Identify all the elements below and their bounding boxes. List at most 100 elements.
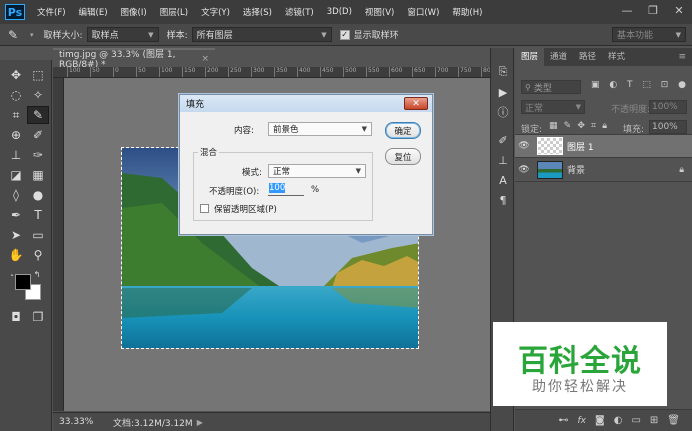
quick-mask-icon[interactable]: ◘: [5, 308, 27, 326]
adjustment-icon[interactable]: ◐: [614, 415, 623, 426]
chevron-down-icon[interactable]: ▾: [30, 31, 34, 39]
filter-kind-value: 类型: [533, 83, 552, 94]
menu-help[interactable]: 帮助(H): [452, 6, 482, 18]
zoom-level[interactable]: 33.33%: [59, 417, 105, 427]
chevron-down-icon: ▼: [148, 30, 154, 39]
opacity-input[interactable]: 100: [268, 183, 304, 196]
gradient-tool-icon[interactable]: ▦: [27, 166, 49, 184]
lasso-tool-icon[interactable]: ◌: [5, 86, 27, 104]
dialog-titlebar[interactable]: 填充: [180, 95, 432, 112]
menu-layer[interactable]: 图层(L): [160, 6, 188, 18]
hand-tool-icon[interactable]: ✋: [5, 246, 27, 264]
mode-select[interactable]: 正常 ▼: [268, 164, 366, 178]
menu-filter[interactable]: 滤镜(T): [285, 6, 314, 18]
brush-panel-icon[interactable]: ✐: [494, 132, 512, 148]
mask-icon[interactable]: ◙: [595, 415, 605, 426]
lock-all-icon[interactable]: 🔒︎: [602, 121, 607, 131]
dialog-close-button[interactable]: ✕: [404, 97, 428, 110]
pixel-filter-icon[interactable]: ▣: [591, 80, 600, 94]
screen-mode-icon[interactable]: ❐: [27, 308, 49, 326]
layer-row-1[interactable]: 👁︎ 图层 1: [515, 134, 692, 158]
menu-select[interactable]: 选择(S): [243, 6, 272, 18]
magic-wand-tool-icon[interactable]: ✧: [27, 86, 49, 104]
clone-stamp-tool-icon[interactable]: ⊥: [5, 146, 27, 164]
foreground-color-swatch[interactable]: [15, 274, 31, 290]
tab-layers[interactable]: 图层: [515, 48, 545, 66]
reset-button[interactable]: 复位: [385, 148, 421, 165]
eyedropper-icon[interactable]: ✎: [8, 28, 30, 42]
brush-tool-icon[interactable]: ✐: [27, 126, 49, 144]
crop-tool-icon[interactable]: ⌗: [5, 106, 27, 124]
trash-icon[interactable]: 🗑︎: [667, 415, 680, 426]
history-panel-icon[interactable]: ⎘: [494, 64, 512, 80]
shape-filter-icon[interactable]: ⬚: [642, 80, 651, 94]
history-brush-tool-icon[interactable]: ✑: [27, 146, 49, 164]
path-selection-tool-icon[interactable]: ➤: [5, 226, 27, 244]
sample-size-select[interactable]: 取样点 ▼: [86, 27, 159, 42]
menu-edit[interactable]: 编辑(E): [79, 6, 108, 18]
minimize-button[interactable]: —: [614, 0, 640, 20]
new-layer-icon[interactable]: ⊞: [650, 415, 658, 426]
close-tab-icon[interactable]: ×: [201, 54, 209, 64]
document-tab[interactable]: timg.jpg @ 33.3% (图层 1, RGB/8#) * ×: [53, 48, 215, 70]
type-filter-icon[interactable]: T: [627, 80, 633, 94]
lock-artboard-icon[interactable]: ⌗: [591, 121, 596, 131]
menu-window[interactable]: 窗口(W): [407, 6, 439, 18]
dodge-tool-icon[interactable]: ●: [27, 186, 49, 204]
pen-tool-icon[interactable]: ✒: [5, 206, 27, 224]
menu-image[interactable]: 图像(I): [121, 6, 147, 18]
type-tool-icon[interactable]: T: [27, 206, 49, 224]
watermark-subtitle: 助你轻松解决: [532, 379, 628, 395]
lock-transparent-icon[interactable]: ▦: [549, 121, 558, 131]
preserve-transparency-checkbox[interactable]: [200, 204, 209, 213]
clone-source-panel-icon[interactable]: ⊥: [494, 152, 512, 168]
group-icon[interactable]: ▭: [631, 415, 640, 426]
actions-panel-icon[interactable]: ▶: [494, 84, 512, 100]
tab-channels[interactable]: 通道: [544, 48, 573, 66]
workspace-select[interactable]: 基本功能 ▼: [612, 27, 686, 42]
link-icon[interactable]: ⊷: [559, 415, 569, 426]
smart-object-filter-icon[interactable]: ⊡: [661, 80, 669, 94]
zoom-tool-icon[interactable]: ⚲: [27, 246, 49, 264]
healing-brush-tool-icon[interactable]: ⊕: [5, 126, 27, 144]
layer-row-background[interactable]: 👁︎ 背景 🔒︎: [515, 158, 692, 182]
tab-styles[interactable]: 样式: [602, 48, 631, 66]
close-button[interactable]: ✕: [666, 0, 692, 20]
lock-image-icon[interactable]: ✎: [564, 121, 572, 131]
ok-button[interactable]: 确定: [385, 122, 421, 139]
search-icon: ⚲: [525, 82, 531, 92]
eyedropper-tool-icon[interactable]: ✎: [27, 106, 49, 124]
menu-3d[interactable]: 3D(D): [327, 7, 352, 17]
restore-button[interactable]: ❐: [640, 0, 666, 20]
paragraph-panel-icon[interactable]: ¶: [494, 192, 512, 208]
content-select[interactable]: 前景色 ▼: [268, 122, 372, 136]
fx-icon[interactable]: fx: [578, 416, 587, 426]
filter-toggle-icon[interactable]: ●: [678, 80, 686, 94]
panel-menu-icon[interactable]: ≡: [678, 48, 686, 66]
fill-field[interactable]: 100%: [649, 120, 687, 134]
content-label: 内容:: [234, 126, 254, 136]
marquee-tool-icon[interactable]: ⬚: [27, 66, 49, 84]
info-panel-icon[interactable]: ⓘ: [494, 104, 512, 120]
menu-type[interactable]: 文字(Y): [201, 6, 230, 18]
move-tool-icon[interactable]: ✥: [5, 66, 27, 84]
lock-position-icon[interactable]: ✥: [577, 121, 585, 131]
opacity-field[interactable]: 100%: [649, 100, 687, 114]
swap-colors-icon[interactable]: ↰: [31, 268, 43, 280]
visibility-eye-icon[interactable]: 👁︎: [515, 165, 533, 175]
tab-paths[interactable]: 路径: [573, 48, 602, 66]
character-panel-icon[interactable]: A: [494, 172, 512, 188]
show-ring-checkbox[interactable]: ✓: [339, 29, 350, 40]
adjustment-filter-icon[interactable]: ◐: [609, 80, 617, 94]
ruler-tick: 600: [389, 67, 412, 77]
status-arrow-icon[interactable]: ▶: [197, 418, 203, 427]
eraser-tool-icon[interactable]: ◪: [5, 166, 27, 184]
sample-select[interactable]: 所有图层 ▼: [191, 27, 332, 42]
visibility-eye-icon[interactable]: 👁︎: [515, 141, 533, 151]
menu-view[interactable]: 视图(V): [365, 6, 394, 18]
rectangle-tool-icon[interactable]: ▭: [27, 226, 49, 244]
blend-mode-select[interactable]: 正常 ▼: [521, 100, 585, 114]
blur-tool-icon[interactable]: ◊: [5, 186, 27, 204]
menu-file[interactable]: 文件(F): [37, 6, 66, 18]
layer-filter-select[interactable]: ⚲ 类型: [521, 80, 581, 94]
